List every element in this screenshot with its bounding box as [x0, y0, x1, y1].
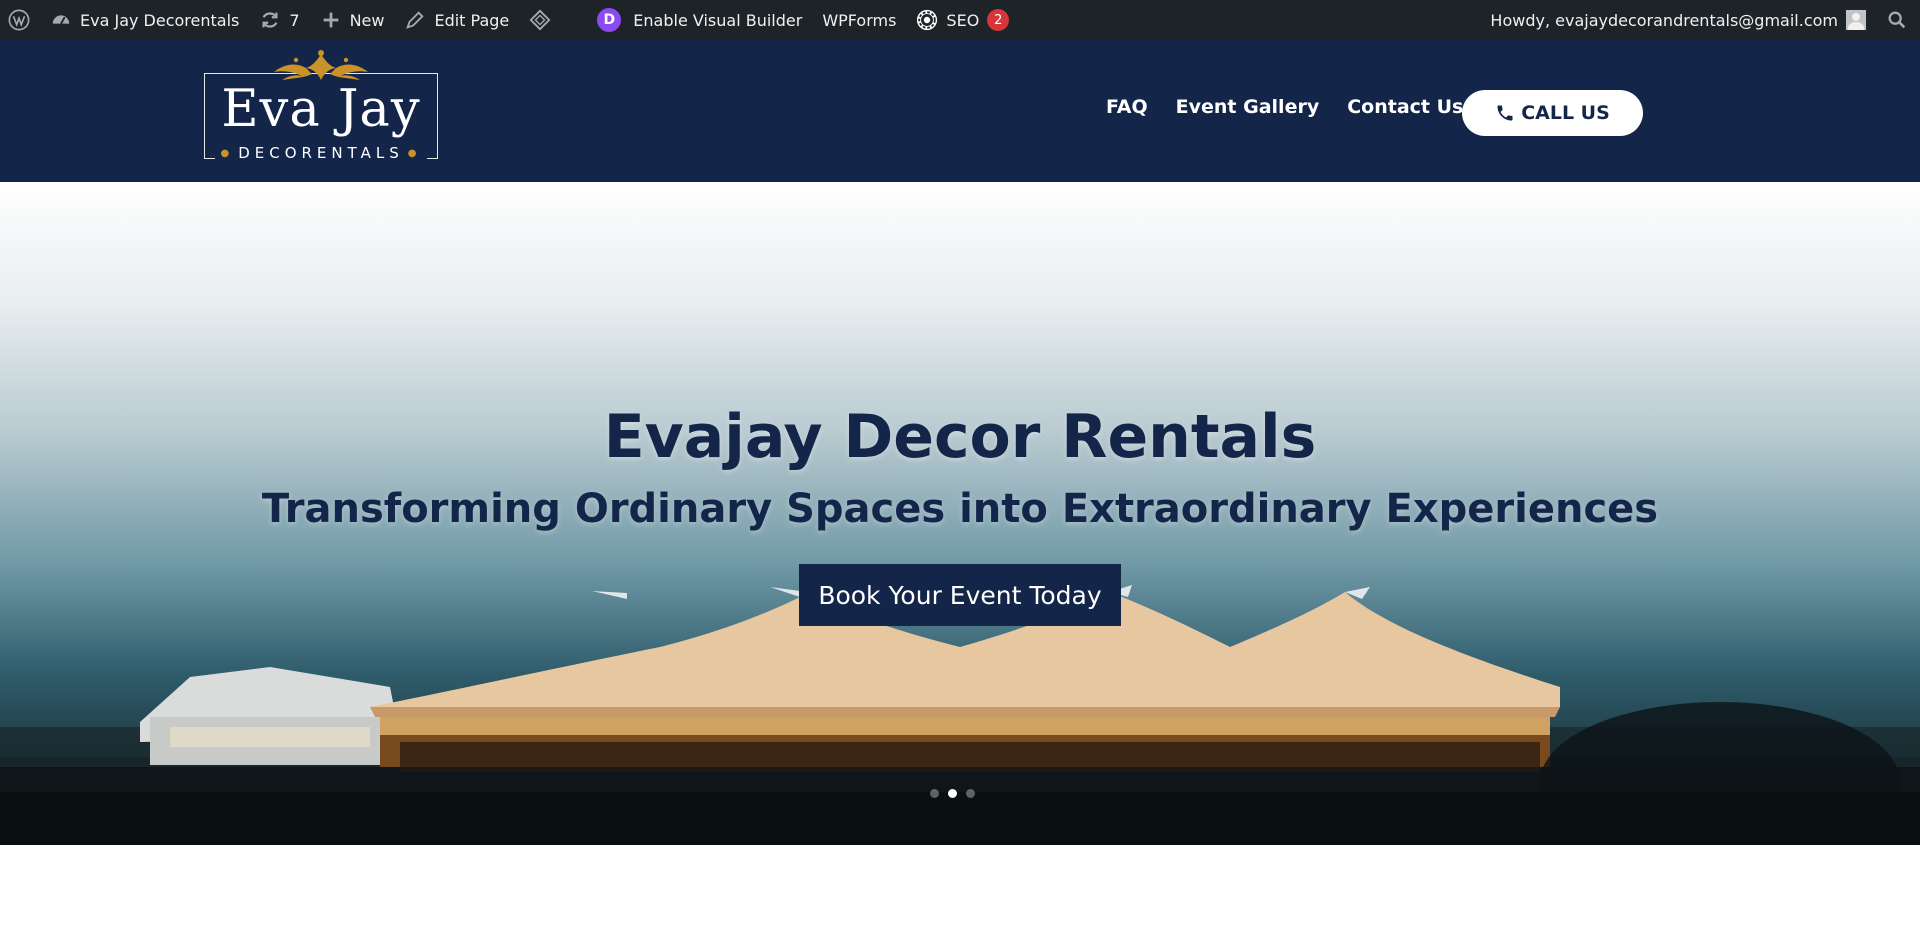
admin-bar: Eva Jay Decorentals 7 New Edit Page D En… — [0, 0, 1920, 40]
seo-gear-icon — [916, 9, 938, 31]
site-name: Eva Jay Decorentals — [80, 10, 240, 30]
admin-search[interactable] — [1876, 0, 1920, 40]
slider-dot-2[interactable] — [948, 789, 957, 798]
search-icon — [1886, 9, 1908, 31]
enable-visual-builder-link[interactable]: D Enable Visual Builder — [587, 0, 812, 40]
wordpress-menu[interactable] — [0, 0, 40, 40]
my-account-menu[interactable]: Howdy, evajaydecorandrentals@gmail.com — [1480, 0, 1876, 40]
phone-icon — [1497, 105, 1513, 121]
divi-logo-icon: D — [597, 8, 622, 32]
updates-menu[interactable]: 7 — [249, 0, 309, 40]
new-content-menu[interactable]: New — [310, 0, 395, 40]
visual-builder-label: Enable Visual Builder — [633, 10, 803, 30]
pencil-icon — [404, 9, 426, 31]
hero-subtitle: Transforming Ordinary Spaces into Extrao… — [261, 486, 1659, 532]
edit-page-link[interactable]: Edit Page — [394, 0, 519, 40]
wordpress-icon — [8, 9, 30, 31]
nav-link-contact-us[interactable]: Contact Us — [1347, 96, 1463, 118]
nav-link-event-gallery[interactable]: Event Gallery — [1176, 96, 1320, 118]
call-us-button[interactable]: CALL US — [1462, 90, 1643, 136]
hero-slider: Evajay Decor Rentals Transforming Ordina… — [0, 182, 1920, 845]
hero-title: Evajay Decor Rentals — [603, 402, 1317, 472]
dashboard-icon — [50, 9, 72, 31]
slider-dot-3[interactable] — [966, 789, 975, 798]
avatar — [1846, 10, 1866, 30]
plus-icon — [320, 9, 342, 31]
updates-count: 7 — [289, 10, 300, 30]
new-label: New — [349, 10, 385, 30]
edit-page-label: Edit Page — [434, 10, 510, 30]
wpforms-label: WPForms — [822, 10, 897, 30]
logo-subtitle: ● DECORENTALS ● — [215, 143, 427, 164]
seo-label: SEO — [946, 10, 980, 30]
divi-diamond-icon — [529, 9, 551, 31]
updates-icon — [259, 9, 281, 31]
logo-name: Eva Jay — [221, 80, 421, 139]
seo-menu[interactable]: SEO 2 — [906, 0, 1019, 40]
logo-subtitle-text: DECORENTALS — [238, 144, 404, 162]
seo-count-badge: 2 — [987, 9, 1010, 31]
slider-pagination — [930, 789, 975, 798]
wpforms-menu[interactable]: WPForms — [812, 0, 906, 40]
book-event-button[interactable]: Book Your Event Today — [799, 564, 1121, 626]
call-us-label: CALL US — [1521, 102, 1610, 124]
divi-diamond-menu[interactable] — [519, 0, 561, 40]
site-name-menu[interactable]: Eva Jay Decorentals — [40, 0, 249, 40]
main-nav: FAQ Event Gallery Contact Us — [1106, 96, 1491, 118]
nav-link-faq[interactable]: FAQ — [1106, 96, 1148, 118]
howdy-text: Howdy, evajaydecorandrentals@gmail.com — [1490, 10, 1838, 30]
slider-dot-1[interactable] — [930, 789, 939, 798]
